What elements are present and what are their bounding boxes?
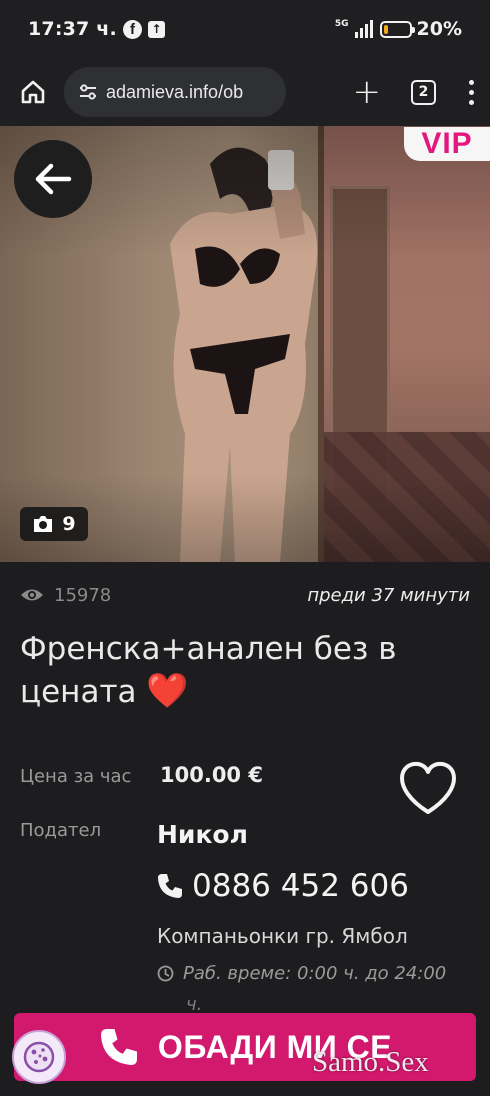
watermark: Samo.Sex: [312, 1046, 429, 1078]
provider-name: Никол: [157, 820, 248, 849]
category-link[interactable]: Компаньонки гр. Ямбол: [157, 924, 408, 948]
new-tab-button[interactable]: +: [353, 75, 382, 109]
signal-icon: [354, 20, 373, 38]
vip-badge: VIP: [404, 127, 490, 161]
browser-actions: + 2: [353, 75, 477, 109]
phone-link[interactable]: 0886 452 606: [156, 868, 409, 904]
browser-toolbar: adamieva.info/ob + 2: [0, 58, 490, 126]
site-settings-icon[interactable]: [78, 83, 98, 101]
arrow-left-icon: [35, 163, 72, 195]
status-time: 17:37 ч.: [28, 18, 117, 40]
home-button[interactable]: [16, 75, 50, 109]
working-hours-text: Раб. време: 0:00 ч. до 24:00: [183, 963, 447, 984]
phone-icon: [158, 874, 182, 898]
eye-icon: [21, 589, 43, 601]
views: 15978: [20, 585, 111, 606]
battery-icon: [379, 20, 415, 38]
status-right: 5G 20%: [335, 18, 462, 40]
heart-emoji: ❤️: [146, 671, 189, 711]
home-icon: [21, 80, 45, 104]
page: 17:37 ч. f ↑ 5G 20% adamieva.info/ob + 2…: [0, 0, 490, 1096]
provider-label: Подател: [20, 820, 102, 841]
clock-icon: [157, 965, 174, 982]
photo-count-badge[interactable]: 9: [20, 507, 88, 541]
url-text: adamieva.info/ob: [106, 81, 244, 102]
network-label: 5G: [334, 18, 349, 29]
phone-icon: [100, 1029, 137, 1065]
battery-percent: 20%: [416, 18, 462, 40]
facebook-icon: f: [122, 19, 142, 39]
phone-number: 0886 452 606: [192, 868, 409, 904]
camera-icon: [34, 516, 53, 532]
meta-row: 15978 преди 37 минути: [20, 582, 470, 608]
browser-menu-button[interactable]: [466, 79, 476, 105]
working-hours: Раб. време: 0:00 ч. до 24:00: [157, 963, 446, 984]
upload-icon: ↑: [147, 20, 165, 38]
address-bar[interactable]: adamieva.info/ob: [64, 67, 286, 117]
status-bar: 17:37 ч. f ↑ 5G 20%: [0, 0, 490, 58]
posted-time: преди 37 минути: [307, 584, 470, 606]
listing-title: Френска+анален без в цената ❤️: [20, 628, 472, 713]
price-value: 100.00 €: [160, 763, 263, 787]
price-label: Цена за час: [20, 766, 132, 787]
photo-count: 9: [62, 513, 76, 535]
favorite-heart-icon[interactable]: [396, 760, 460, 816]
working-hours-suffix: ч.: [186, 994, 203, 1015]
back-button[interactable]: [14, 140, 92, 218]
listing-title-text: Френска+анален без в цената: [20, 631, 397, 710]
views-count: 15978: [54, 584, 112, 606]
tab-switcher-button[interactable]: 2: [411, 79, 436, 105]
cookie-settings-button[interactable]: [12, 1030, 66, 1084]
cookie-icon: [23, 1041, 55, 1073]
